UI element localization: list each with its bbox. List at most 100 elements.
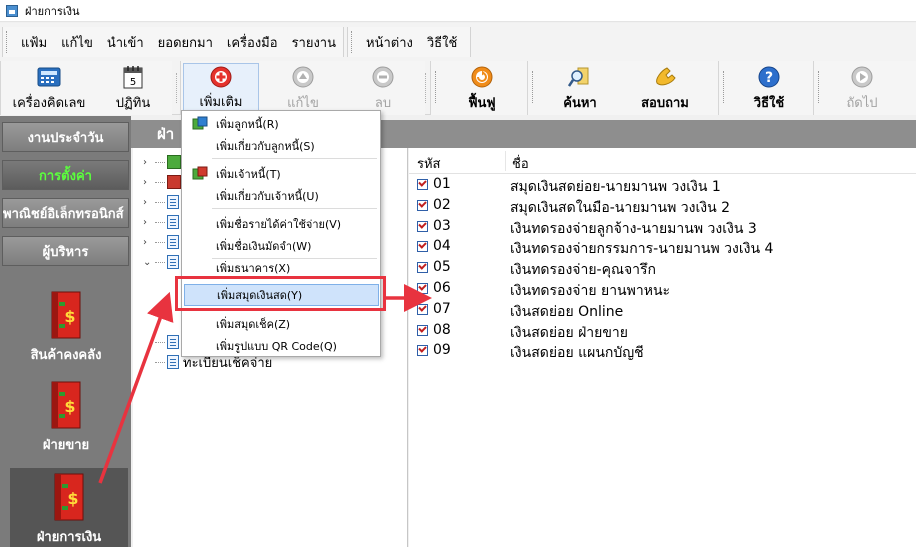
toolbar-grip[interactable] bbox=[818, 71, 820, 103]
row-code: 02 bbox=[433, 196, 451, 213]
table-row[interactable]: 03 เงินทดรองจ่ายลูกจ้าง-นายมานพ วงเงิน 3 bbox=[409, 217, 916, 238]
add-label: เพิ่มเติม bbox=[199, 95, 243, 110]
sidebar-tab-ecommerce[interactable]: พาณิชย์อิเล็กทรอนิกส์ bbox=[2, 198, 129, 228]
menu-help[interactable]: วิธีใช้ bbox=[420, 32, 464, 53]
tree-item[interactable]: › bbox=[143, 192, 183, 212]
row-code: 04 bbox=[433, 238, 451, 255]
chevron-right-icon[interactable]: › bbox=[143, 217, 155, 228]
sidebar: งานประจำวัน การตั้งค่า พาณิชย์อิเล็กทรอน… bbox=[0, 116, 131, 547]
help-button[interactable]: ? วิธีใช้ bbox=[737, 63, 801, 113]
menu-add-chequebook[interactable]: เพิ่มสมุดเช็ค(Z) bbox=[184, 313, 379, 335]
inquire-button[interactable]: สอบถาม bbox=[630, 63, 700, 113]
chevron-right-icon[interactable]: › bbox=[143, 237, 155, 248]
menu-add-debtor[interactable]: เพิ่มลูกหนี้(R) bbox=[184, 113, 379, 135]
tree-item[interactable]: › bbox=[143, 172, 181, 192]
module-inventory-label: สินค้าคงคลัง bbox=[30, 348, 102, 363]
toolbar-group-restore: ฟื้นฟู bbox=[430, 61, 527, 115]
module-finance[interactable]: $ ฝ่ายการเงิน bbox=[10, 468, 128, 547]
module-sales[interactable]: $ ฝ่ายขาย bbox=[6, 376, 126, 456]
tree-item[interactable]: ⌄ bbox=[143, 252, 183, 272]
calculator-button[interactable]: เครื่องคิดเลข bbox=[7, 63, 91, 113]
edit-button[interactable]: แก้ไข bbox=[271, 63, 335, 113]
svg-text:$: $ bbox=[67, 489, 78, 508]
menu-add-income-expense[interactable]: เพิ่มชื่อรายได้ค่าใช้จ่าย(V) bbox=[184, 213, 379, 235]
toolbar-group-nav: ถัดไป bbox=[813, 61, 916, 115]
chevron-right-icon[interactable]: › bbox=[143, 177, 155, 188]
add-dropdown-menu: เพิ่มลูกหนี้(R) เพิ่มเกี่ยวกับลูกหนี้(S)… bbox=[181, 110, 381, 357]
checked-doc-icon bbox=[417, 241, 428, 253]
menu-window[interactable]: หน้าต่าง bbox=[359, 32, 420, 53]
document-icon bbox=[167, 335, 179, 349]
chevron-right-icon[interactable]: › bbox=[143, 197, 155, 208]
menu-add-creditor-related[interactable]: เพิ่มเกี่ยวกับเจ้าหนี้(U) bbox=[184, 185, 379, 207]
table-row[interactable]: 06 เงินทดรองจ่าย ยานพาหนะ bbox=[409, 279, 916, 300]
svg-text:?: ? bbox=[765, 70, 773, 86]
calendar-button[interactable]: 5 ปฏิทิน bbox=[105, 63, 161, 113]
menu-add-deposit[interactable]: เพิ่มชื่อเงินมัดจำ(W) bbox=[184, 235, 379, 257]
menu-grip[interactable] bbox=[351, 31, 355, 53]
menu-grip[interactable] bbox=[6, 31, 10, 53]
checked-doc-icon bbox=[417, 220, 428, 232]
row-code: 03 bbox=[433, 217, 451, 234]
column-header-name[interactable]: ชื่อ bbox=[512, 153, 529, 174]
phone-icon bbox=[653, 65, 677, 89]
column-header-code[interactable]: รหัส bbox=[417, 153, 441, 174]
row-code: 09 bbox=[433, 342, 451, 359]
menu-import[interactable]: นำเข้า bbox=[100, 32, 151, 53]
search-button[interactable]: ค้นหา bbox=[548, 63, 612, 113]
tree-item[interactable]: › bbox=[143, 152, 181, 172]
delete-button[interactable]: ลบ bbox=[351, 63, 415, 113]
table-row[interactable]: 04 เงินทดรองจ่ายกรรมการ-นายมานพ วงเงิน 4 bbox=[409, 237, 916, 258]
toolbar-grip[interactable] bbox=[435, 71, 437, 103]
user-group-icon bbox=[192, 166, 208, 182]
toolbar-grip[interactable] bbox=[723, 71, 725, 103]
window-title: ฝ่ายการเงิน bbox=[25, 4, 80, 18]
restore-button[interactable]: ฟื้นฟู bbox=[447, 63, 517, 113]
checked-doc-icon bbox=[417, 283, 428, 294]
menu-tools[interactable]: เครื่องมือ bbox=[220, 32, 285, 53]
calendar-day: 5 bbox=[130, 77, 136, 88]
table-row[interactable]: 01 สมุดเงินสดย่อย-นายมานพ วงเงิน 1 bbox=[409, 175, 916, 196]
menu-file[interactable]: แฟ้ม bbox=[14, 32, 54, 53]
menu-add-debtor-related[interactable]: เพิ่มเกี่ยวกับลูกหนี้(S) bbox=[184, 135, 379, 157]
calendar-label: ปฏิทิน bbox=[115, 96, 151, 111]
checked-doc-icon bbox=[417, 303, 428, 315]
toolbar-group-lookup: ค้นหา สอบถาม bbox=[527, 61, 718, 115]
row-name: เงินทดรองจ่าย ยานพาหนะ bbox=[510, 283, 671, 299]
toolbar-grip[interactable] bbox=[532, 71, 534, 103]
menu-opening-balance[interactable]: ยอดยกมา bbox=[151, 32, 220, 53]
menu-reports[interactable]: รายงาน bbox=[285, 32, 343, 53]
menu-add-cashbook[interactable]: เพิ่มสมุดเงินสด(Y) bbox=[184, 284, 379, 306]
row-name: เงินทดรองจ่าย-คุณจารึก bbox=[510, 262, 657, 279]
tree-item[interactable]: › bbox=[143, 232, 183, 252]
table-row[interactable]: 05 เงินทดรองจ่าย-คุณจารึก bbox=[409, 258, 916, 279]
document-icon bbox=[167, 355, 179, 369]
toolbar: เครื่องคิดเลข 5 ปฏิทิน เพิ่มเติม แก้ไข ล… bbox=[0, 61, 916, 115]
document-icon bbox=[167, 235, 179, 249]
next-button[interactable]: ถัดไป bbox=[830, 63, 894, 113]
checked-doc-icon bbox=[417, 262, 428, 274]
tree-item[interactable]: › bbox=[143, 212, 183, 232]
table-row[interactable]: 08 เงินสดย่อย ฝ่ายขาย bbox=[409, 321, 916, 342]
sidebar-tab-executive[interactable]: ผู้บริหาร bbox=[2, 236, 129, 266]
table-row[interactable]: 02 สมุดเงินสดในมือ-นายมานพ วงเงิน 2 bbox=[409, 196, 916, 217]
table-row[interactable]: 07 เงินสดย่อย Online bbox=[409, 300, 916, 321]
document-icon bbox=[167, 255, 179, 269]
menu-edit[interactable]: แก้ไข bbox=[54, 32, 100, 53]
menu-add-qr-code[interactable]: เพิ่มรูปแบบ QR Code(Q) bbox=[184, 335, 379, 357]
table-row[interactable]: 09 เงินสดย่อย แผนกบัญชี bbox=[409, 341, 916, 362]
chevron-down-icon[interactable]: ⌄ bbox=[143, 257, 155, 268]
sidebar-tab-daily-work[interactable]: งานประจำวัน bbox=[2, 122, 129, 152]
sidebar-tab-settings[interactable]: การตั้งค่า bbox=[2, 160, 129, 190]
page-title-text: ฝ่า bbox=[157, 125, 175, 143]
chevron-right-icon[interactable]: › bbox=[143, 157, 155, 168]
checked-doc-icon bbox=[417, 179, 428, 190]
ledger-book-icon: $ bbox=[51, 381, 81, 429]
add-button[interactable]: เพิ่มเติม bbox=[183, 63, 259, 113]
menu-add-creditor[interactable]: เพิ่มเจ้าหนี้(T) bbox=[184, 163, 379, 185]
module-inventory[interactable]: $ สินค้าคงคลัง bbox=[6, 286, 126, 366]
menu-add-bank[interactable]: เพิ่มธนาคาร(X) bbox=[184, 261, 379, 277]
tree-item[interactable] bbox=[155, 332, 183, 352]
help-label: วิธีใช้ bbox=[753, 96, 785, 111]
row-name: สมุดเงินสดในมือ-นายมานพ วงเงิน 2 bbox=[510, 199, 731, 216]
